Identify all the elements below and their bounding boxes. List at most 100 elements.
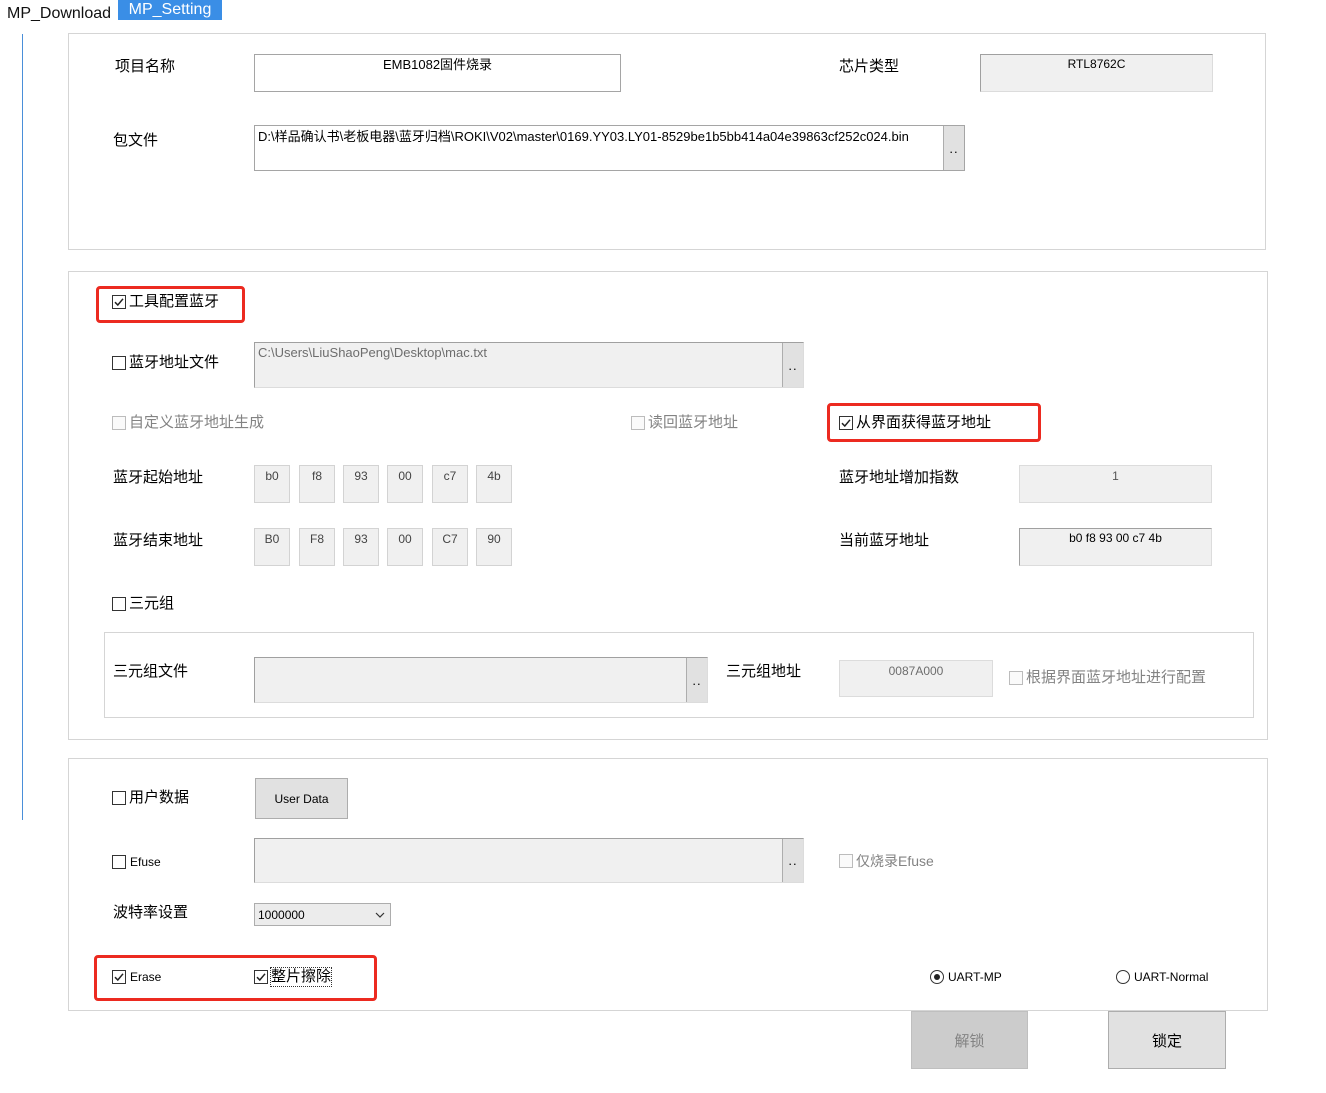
checkbox-label: 读回蓝牙地址 [648,414,739,431]
checkbox-label: 蓝牙地址文件 [129,354,220,371]
chevron-down-icon [375,912,385,918]
current-bt-address-label: 当前蓝牙地址 [839,532,930,549]
bt-start-byte-input[interactable]: 4b [476,465,512,503]
checkbox-label: 工具配置蓝牙 [129,293,220,310]
project-name-value: EMB1082固件烧录 [382,57,493,72]
bt-start-byte-input[interactable]: b0 [254,465,290,503]
bt-end-address-label: 蓝牙结束地址 [113,532,204,549]
checkmark-icon [114,973,124,982]
bt-end-byte-input[interactable]: 90 [476,528,512,566]
uart-normal-radio[interactable]: UART-Normal [1116,968,1208,986]
checkbox-label: 根据界面蓝牙地址进行配置 [1026,669,1207,686]
lock-button[interactable]: 锁定 [1108,1011,1226,1069]
checkbox-label: 自定义蓝牙地址生成 [129,414,265,431]
project-name-label: 项目名称 [115,58,176,75]
bt-start-byte-input[interactable]: 93 [343,465,379,503]
triple-file-input[interactable]: .. [254,657,708,703]
baud-rate-select[interactable]: 1000000 [254,903,391,926]
checkbox-box [112,855,126,869]
bt-end-byte-input[interactable]: 00 [387,528,423,566]
bt-end-byte-input[interactable]: C7 [432,528,468,566]
efuse-checkbox[interactable]: Efuse [112,853,161,871]
checkbox-box [112,295,126,309]
baud-rate-value: 1000000 [258,908,305,922]
tab-mp-setting[interactable]: MP_Setting [118,0,222,20]
checkbox-box [839,854,853,868]
tab-page-border [22,34,23,820]
bt-increment-value: 1 [1112,469,1119,483]
package-file-label: 包文件 [113,132,159,149]
triple-file-label: 三元组文件 [113,663,189,680]
checkbox-label: 整片擦除 [269,967,333,987]
checkbox-label: Erase [130,970,162,984]
triple-address-label: 三元组地址 [726,663,802,680]
efuse-only-checkbox[interactable]: 仅烧录Efuse [839,852,934,870]
package-file-value: D:\样品确认书\老板电器\蓝牙归档\ROKI\V02\master\0169.… [258,129,909,144]
bt-start-byte-input[interactable]: c7 [432,465,468,503]
chip-type-label: 芯片类型 [839,58,900,75]
checkbox-box [631,416,645,430]
unlock-button[interactable]: 解锁 [911,1011,1028,1069]
triple-address-input[interactable]: 0087A000 [839,660,993,697]
baud-rate-label: 波特率设置 [113,904,189,921]
uart-mp-radio[interactable]: UART-MP [930,968,1002,986]
checkbox-box [112,416,126,430]
package-browse-button[interactable]: .. [943,126,964,170]
bt-address-file-value: C:\Users\LiuShaoPeng\Desktop\mac.txt [258,345,488,360]
tab-label: MP_Setting [128,1,212,18]
checkbox-label: 从界面获得蓝牙地址 [856,414,992,431]
triple-address-value: 0087A000 [888,664,944,678]
bt-increment-label: 蓝牙地址增加指数 [839,469,960,486]
config-by-ui-address-checkbox[interactable]: 根据界面蓝牙地址进行配置 [1009,669,1206,687]
user-data-button[interactable]: User Data [255,778,348,819]
project-name-input[interactable]: EMB1082固件烧录 [254,54,621,92]
checkbox-box [112,597,126,611]
chip-type-field[interactable]: RTL8762C [980,54,1213,92]
bt-end-byte-input[interactable]: 93 [343,528,379,566]
radio-circle [930,970,944,984]
bt-start-address-label: 蓝牙起始地址 [113,469,204,486]
bt-address-file-checkbox[interactable]: 蓝牙地址文件 [112,354,219,372]
efuse-file-input[interactable]: .. [254,838,804,883]
bt-increment-input[interactable]: 1 [1019,465,1212,503]
user-data-checkbox[interactable]: 用户数据 [112,789,189,807]
bt-start-byte-input[interactable]: f8 [299,465,335,503]
erase-checkbox[interactable]: Erase [112,968,161,986]
triple-browse-button[interactable]: .. [686,658,707,702]
checkbox-box [112,356,126,370]
radio-label: UART-MP [948,970,1002,984]
bt-start-byte-input[interactable]: 00 [387,465,423,503]
radio-circle [1116,970,1130,984]
checkbox-box [254,970,268,984]
checkbox-label: 用户数据 [129,789,190,806]
other-settings-group [68,758,1268,1011]
checkbox-box [839,416,853,430]
current-bt-address-value: b0 f8 93 00 c7 4b [1069,531,1162,545]
bt-address-file-input[interactable]: C:\Users\LiuShaoPeng\Desktop\mac.txt .. [254,342,804,388]
chip-type-value: RTL8762C [1067,57,1126,71]
bt-address-browse-button[interactable]: .. [782,343,803,387]
tab-mp-download[interactable]: MP_Download [0,4,116,24]
read-back-bt-address-checkbox[interactable]: 读回蓝牙地址 [631,414,738,432]
efuse-browse-button[interactable]: .. [782,839,803,882]
checkmark-icon [114,298,124,307]
checkbox-label: 三元组 [129,595,175,612]
checkbox-label: Efuse [130,855,161,869]
radio-label: UART-Normal [1134,970,1209,984]
chip-erase-checkbox[interactable]: 整片擦除 [254,967,333,987]
package-file-input[interactable]: D:\样品确认书\老板电器\蓝牙归档\ROKI\V02\master\0169.… [254,125,965,171]
checkbox-box [112,791,126,805]
checkmark-icon [841,419,851,428]
tool-config-bt-checkbox[interactable]: 工具配置蓝牙 [112,293,219,311]
checkbox-label: 仅烧录Efuse [856,853,934,869]
custom-bt-address-checkbox[interactable]: 自定义蓝牙地址生成 [112,414,264,432]
current-bt-address-field[interactable]: b0 f8 93 00 c7 4b [1019,528,1212,566]
triple-checkbox[interactable]: 三元组 [112,595,174,613]
bt-end-byte-input[interactable]: F8 [299,528,335,566]
tab-label: MP_Download [7,5,112,22]
bt-address-from-ui-checkbox[interactable]: 从界面获得蓝牙地址 [839,414,991,432]
checkbox-box [1009,671,1023,685]
bt-end-byte-input[interactable]: B0 [254,528,290,566]
checkbox-box [112,970,126,984]
checkmark-icon [256,973,266,982]
